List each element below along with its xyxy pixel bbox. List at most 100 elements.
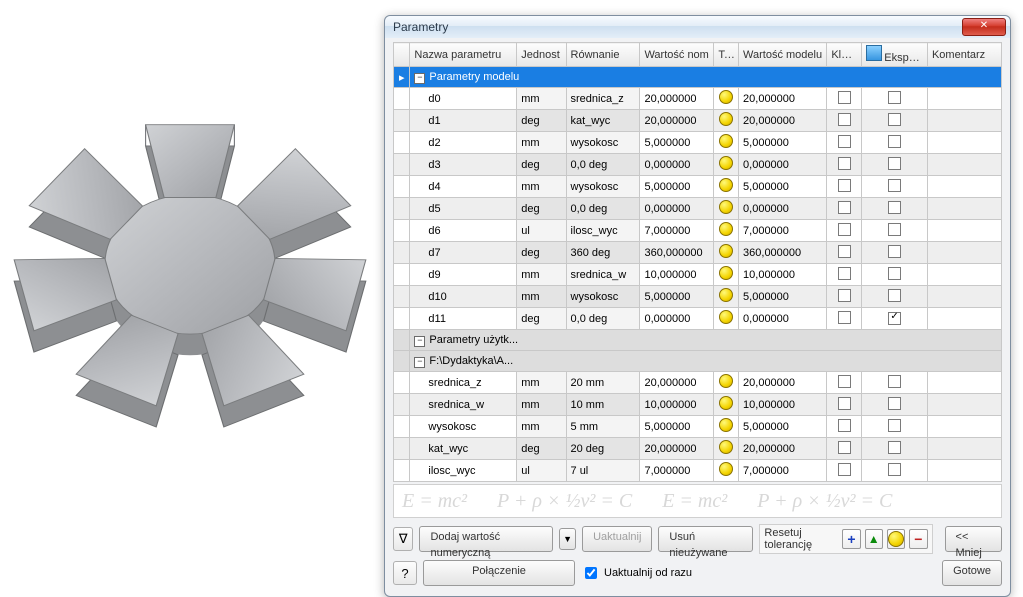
table-row[interactable]: d9mmsrednica_w10,00000010,000000 [394,264,1002,286]
key-checkbox[interactable] [838,463,851,476]
col-eq[interactable]: Równanie [566,43,640,67]
col-model[interactable]: Wartość modelu [739,43,827,67]
tolerance-dot-icon[interactable] [719,178,733,192]
export-checkbox[interactable] [888,223,901,236]
update-button[interactable]: Uaktualnij [582,526,652,552]
tolerance-dot-icon[interactable] [719,222,733,236]
tolerance-dot-icon[interactable] [719,440,733,454]
help-icon[interactable]: ? [393,561,417,585]
tolerance-dot-icon[interactable] [719,396,733,410]
tolerance-dot-icon[interactable] [719,266,733,280]
table-row[interactable]: srednica_zmm20 mm20,00000020,000000 [394,372,1002,394]
link-button[interactable]: Połączenie [423,560,575,586]
tolerance-dot-icon[interactable] [719,288,733,302]
export-checkbox[interactable] [888,441,901,454]
export-checkbox[interactable] [888,245,901,258]
key-checkbox[interactable] [838,289,851,302]
add-numeric-dropdown[interactable]: ▼ [559,528,576,550]
tol-triangle-button[interactable]: ▲ [865,529,883,549]
col-name[interactable]: Nazwa parametru [410,43,517,67]
table-row[interactable]: d6ulilosc_wyc7,0000007,000000 [394,220,1002,242]
col-unit[interactable]: Jednost [517,43,566,67]
key-checkbox[interactable] [838,419,851,432]
export-checkbox[interactable] [888,135,901,148]
key-checkbox[interactable] [838,375,851,388]
key-checkbox[interactable] [838,441,851,454]
table-row[interactable]: d7deg360 deg360,000000360,000000 [394,242,1002,264]
parameters-table[interactable]: Nazwa parametru Jednost Równanie Wartość… [393,42,1002,482]
tol-minus-button[interactable]: − [909,529,927,549]
key-checkbox[interactable] [838,135,851,148]
update-now-checkbox[interactable]: Uaktualnij od razu [581,564,692,582]
export-checkbox[interactable] [888,201,901,214]
tolerance-dot-icon[interactable] [719,200,733,214]
filter-icon[interactable]: ∇ [393,527,413,551]
table-row[interactable]: kat_wycdeg20 deg20,00000020,000000 [394,438,1002,460]
tolerance-dot-icon[interactable] [719,462,733,476]
col-key[interactable]: Klucz [827,43,862,67]
key-checkbox[interactable] [838,201,851,214]
table-row[interactable]: d11deg0,0 deg0,0000000,000000 [394,308,1002,330]
tolerance-dot-icon[interactable] [719,156,733,170]
export-checkbox[interactable] [888,419,901,432]
section-row[interactable]: ▸−Parametry modelu [394,67,1002,88]
table-row[interactable]: ilosc_wycul7 ul7,0000007,000000 [394,460,1002,482]
export-checkbox[interactable] [888,267,901,280]
col-tol[interactable]: Tol. [714,43,739,67]
titlebar[interactable]: Parametry ✕ [385,16,1010,38]
table-row[interactable]: d4mmwysokosc5,0000005,000000 [394,176,1002,198]
export-icon [866,45,882,61]
key-checkbox[interactable] [838,223,851,236]
tolerance-dot-icon[interactable] [719,310,733,324]
section-row[interactable]: −Parametry użytk... [394,330,1002,351]
remove-unused-button[interactable]: Usuń nieużywane [658,526,753,552]
col-export[interactable]: Eksportuj pa [862,43,928,67]
table-row[interactable]: d1degkat_wyc20,00000020,000000 [394,110,1002,132]
section-row[interactable]: −F:\Dydaktyka\A... [394,351,1002,372]
export-checkbox[interactable] [888,91,901,104]
export-checkbox[interactable] [888,397,901,410]
table-header-row: Nazwa parametru Jednost Równanie Wartość… [394,43,1002,67]
table-row[interactable]: d5deg0,0 deg0,0000000,000000 [394,198,1002,220]
update-now-input[interactable] [585,567,597,579]
table-row[interactable]: d2mmwysokosc5,0000005,000000 [394,132,1002,154]
export-checkbox[interactable] [888,113,901,126]
dialog-title: Parametry [393,20,448,34]
tolerance-dot-icon[interactable] [719,374,733,388]
export-checkbox[interactable] [888,375,901,388]
tol-plus-button[interactable]: + [842,529,860,549]
key-checkbox[interactable] [838,113,851,126]
export-checkbox[interactable] [888,179,901,192]
reset-tolerance-group: Resetuj tolerancję + ▲ − [759,524,932,554]
key-checkbox[interactable] [838,179,851,192]
export-checkbox[interactable] [888,289,901,302]
table-row[interactable]: wysokoscmm5 mm5,0000005,000000 [394,416,1002,438]
table-row[interactable]: d0mmsrednica_z20,00000020,000000 [394,88,1002,110]
add-numeric-button[interactable]: Dodaj wartość numeryczną [419,526,553,552]
tolerance-dot-icon[interactable] [719,418,733,432]
export-checkbox[interactable] [888,463,901,476]
key-checkbox[interactable] [838,397,851,410]
export-checkbox[interactable] [888,157,901,170]
tol-circle-button[interactable] [887,529,905,549]
key-checkbox[interactable] [838,311,851,324]
done-button[interactable]: Gotowe [942,560,1002,586]
table-row[interactable]: d10mmwysokosc5,0000005,000000 [394,286,1002,308]
tolerance-dot-icon[interactable] [719,90,733,104]
export-checkbox[interactable] [888,312,901,325]
less-button[interactable]: << Mniej [945,526,1002,552]
key-checkbox[interactable] [838,267,851,280]
model-preview [5,70,375,440]
tolerance-dot-icon[interactable] [719,134,733,148]
tolerance-dot-icon[interactable] [719,244,733,258]
col-nom[interactable]: Wartość nom [640,43,714,67]
table-row[interactable]: srednica_wmm10 mm10,00000010,000000 [394,394,1002,416]
key-checkbox[interactable] [838,245,851,258]
key-checkbox[interactable] [838,91,851,104]
close-button[interactable]: ✕ [962,18,1006,36]
table-row[interactable]: d3deg0,0 deg0,0000000,000000 [394,154,1002,176]
col-comment[interactable]: Komentarz [927,43,1001,67]
parameters-dialog: Parametry ✕ Nazwa parametru Jednost Równ… [384,15,1011,597]
tolerance-dot-icon[interactable] [719,112,733,126]
key-checkbox[interactable] [838,157,851,170]
